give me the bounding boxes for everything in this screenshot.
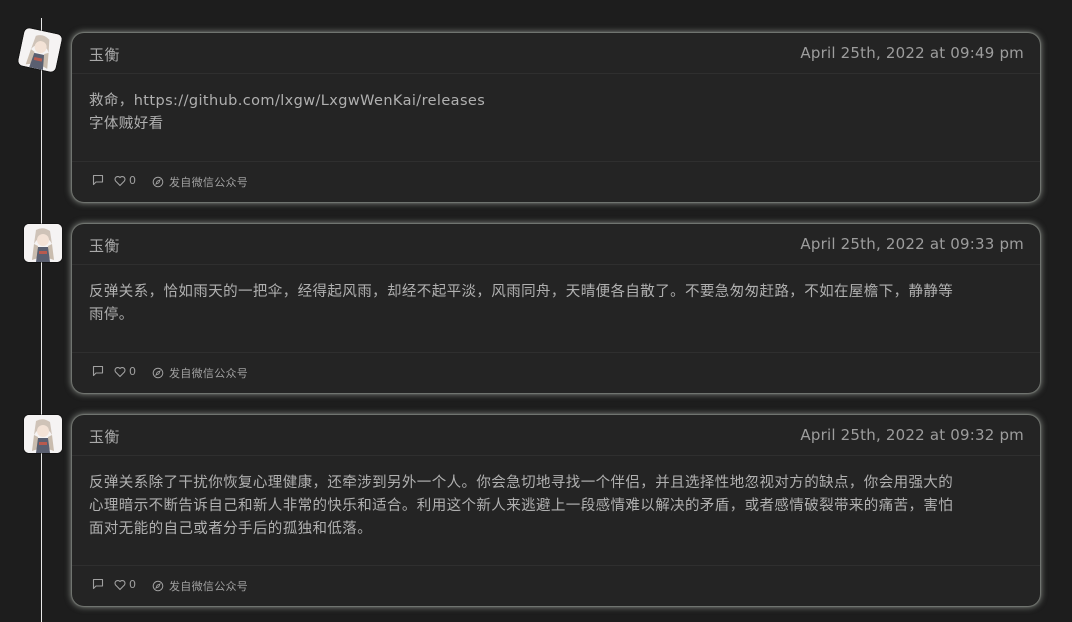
heart-icon [114,579,126,590]
timeline: 玉衡 April 25th, 2022 at 09:49 pm 救命，https… [0,0,1072,622]
post-footer: 0 发自微信公众号 [72,352,1040,393]
post-text-line: 反弹关系除了干扰你恢复心理健康，还牵涉到另外一个人。你会急切地寻找一个伴侣，并且… [89,475,954,491]
comment-button[interactable] [92,365,104,377]
compass-icon [152,580,164,592]
source-label: 发自微信公众号 [169,367,249,380]
post-date: April 25th, 2022 at 09:49 pm [800,44,1024,62]
like-count: 0 [129,365,136,378]
post-author[interactable]: 玉衡 [89,235,120,256]
like-button[interactable]: 0 [114,578,136,591]
post-text-line: 面对无能的自己或者分手后的孤独和低落。 [89,521,373,537]
comment-icon [92,578,104,590]
like-button[interactable]: 0 [114,174,136,187]
post-text-line: 字体贼好看 [89,116,164,132]
avatar[interactable] [24,415,62,453]
compass-icon [152,176,164,188]
post-date: April 25th, 2022 at 09:33 pm [800,235,1024,253]
comment-icon [92,174,104,186]
post-header: 玉衡 April 25th, 2022 at 09:32 pm [72,415,1040,456]
post-footer: 0 发自微信公众号 [72,161,1040,202]
timeline-line [41,18,42,622]
post-content: 反弹关系，恰如雨天的一把伞，经得起风雨，却经不起平淡，风雨同舟，天晴便各自散了。… [72,265,1040,327]
like-count: 0 [129,174,136,187]
comment-icon [92,365,104,377]
post-text-line: 救命，https://github.com/lxgw/LxgwWenKai/re… [89,93,486,109]
post-text-line: 心理暗示不断告诉自己和新人非常的快乐和适合。利用这个新人来逃避上一段感情难以解决… [89,498,954,514]
heart-icon [114,175,126,186]
heart-icon [114,366,126,377]
like-count: 0 [129,578,136,591]
post-card: 玉衡 April 25th, 2022 at 09:32 pm 反弹关系除了干扰… [72,415,1040,606]
post-content: 反弹关系除了干扰你恢复心理健康，还牵涉到另外一个人。你会急切地寻找一个伴侣，并且… [72,456,1040,541]
post-source: 发自微信公众号 [152,174,248,190]
post-text-line: 雨停。 [89,307,134,323]
source-label: 发自微信公众号 [169,580,249,593]
comment-button[interactable] [92,578,104,590]
post-author[interactable]: 玉衡 [89,44,120,65]
avatar[interactable] [24,224,62,262]
post-header: 玉衡 April 25th, 2022 at 09:49 pm [72,33,1040,74]
compass-icon [152,367,164,379]
like-button[interactable]: 0 [114,365,136,378]
post-header: 玉衡 April 25th, 2022 at 09:33 pm [72,224,1040,265]
post-card: 玉衡 April 25th, 2022 at 09:33 pm 反弹关系，恰如雨… [72,224,1040,393]
post-date: April 25th, 2022 at 09:32 pm [800,426,1024,444]
comment-button[interactable] [92,174,104,186]
post-source: 发自微信公众号 [152,578,248,594]
post-text-line: 反弹关系，恰如雨天的一把伞，经得起风雨，却经不起平淡，风雨同舟，天晴便各自散了。… [89,284,954,300]
post-footer: 0 发自微信公众号 [72,565,1040,606]
post-source: 发自微信公众号 [152,365,248,381]
post-card: 玉衡 April 25th, 2022 at 09:49 pm 救命，https… [72,33,1040,202]
avatar[interactable] [17,27,63,73]
post-content: 救命，https://github.com/lxgw/LxgwWenKai/re… [72,74,1040,136]
source-label: 发自微信公众号 [169,176,249,189]
post-author[interactable]: 玉衡 [89,426,120,447]
